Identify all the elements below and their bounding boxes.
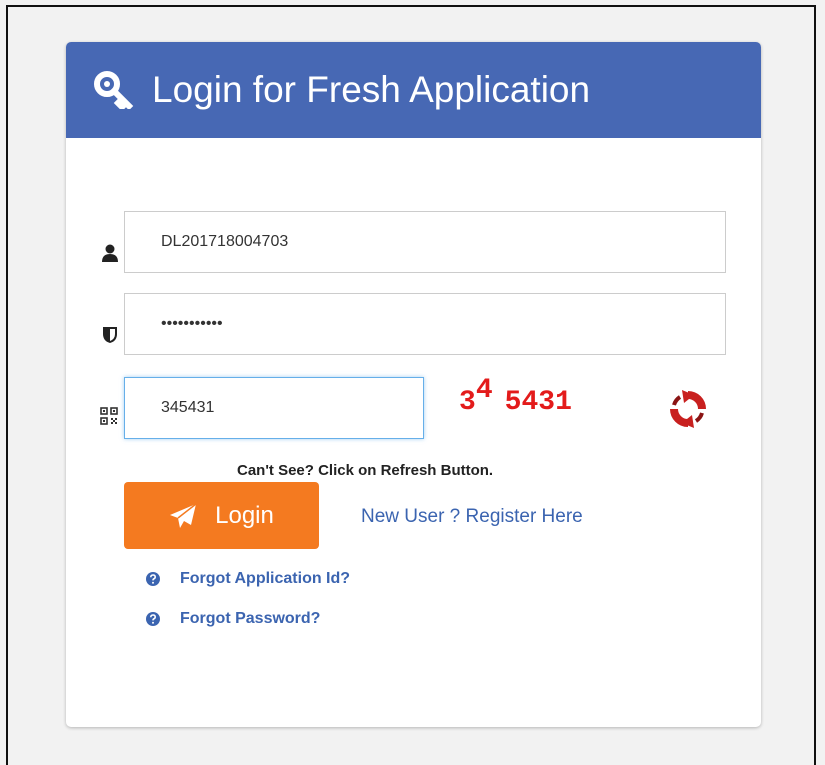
question-circle-icon	[146, 572, 160, 586]
captcha-image: 34 5431	[459, 376, 572, 418]
captcha-input[interactable]	[124, 377, 424, 439]
panel-header: Login for Fresh Application	[66, 42, 761, 138]
forgot-application-id-link[interactable]: Forgot Application Id?	[146, 570, 350, 588]
login-button-label: Login	[215, 501, 274, 529]
login-button[interactable]: Login	[124, 482, 319, 549]
question-circle-icon	[146, 612, 160, 626]
captcha-char: 4	[521, 387, 539, 418]
captcha-char: 5	[504, 387, 522, 418]
key-icon	[94, 71, 134, 109]
forgot-password-link[interactable]: Forgot Password?	[146, 610, 320, 628]
page-title: Login for Fresh Application	[152, 69, 591, 110]
password-input[interactable]	[124, 293, 726, 355]
shield-icon	[103, 327, 117, 343]
user-icon	[102, 244, 118, 262]
register-link[interactable]: New User ? Register Here	[361, 506, 583, 528]
captcha-hint: Can't See? Click on Refresh Button.	[237, 462, 494, 479]
qr-code-icon	[100, 407, 118, 425]
captcha-char: 3	[538, 387, 556, 418]
captcha-char: 4	[475, 375, 493, 406]
paper-plane-icon	[170, 502, 197, 528]
forgot-application-id-label: Forgot Application Id?	[180, 570, 351, 587]
forgot-password-label: Forgot Password?	[180, 610, 321, 627]
refresh-icon[interactable]	[668, 389, 708, 429]
captcha-char: 3	[459, 387, 476, 418]
application-id-input[interactable]	[124, 211, 726, 273]
captcha-char: 1	[555, 387, 572, 418]
